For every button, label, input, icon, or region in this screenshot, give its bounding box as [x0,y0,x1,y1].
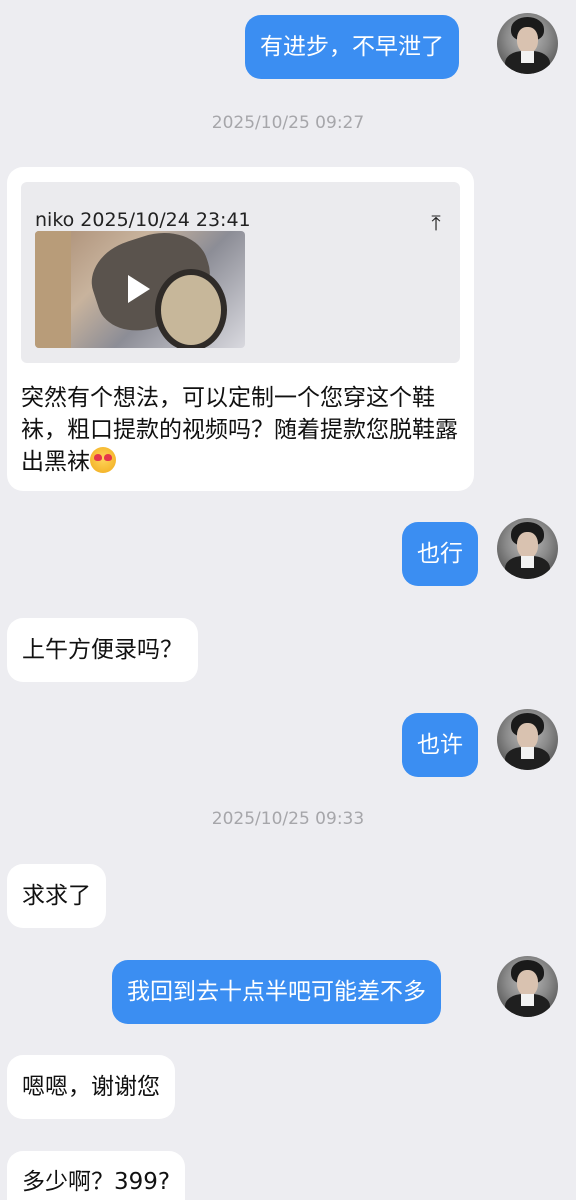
avatar[interactable] [497,956,558,1017]
avatar[interactable] [497,518,558,579]
jump-to-top-icon[interactable]: ⤒ [425,210,447,236]
message-text: 求求了 [22,883,91,909]
message-bubble-incoming[interactable]: niko 2025/10/24 23:41 ⤒ 突然有个想法，可以定制一个您穿这… [7,167,474,491]
message-bubble-incoming[interactable]: 上午方便录吗？ [7,618,198,682]
video-thumbnail[interactable] [35,231,245,348]
message-bubble-incoming[interactable]: 多少啊？399? [7,1151,186,1200]
play-icon[interactable] [128,275,150,303]
message-bubble-incoming[interactable]: 嗯嗯，谢谢您 [7,1055,175,1119]
message-bubble-outgoing[interactable]: 也许 [402,713,478,777]
quoted-header: niko 2025/10/24 23:41 [35,209,251,231]
message-bubble-outgoing[interactable]: 我回到去十点半吧可能差不多 [112,960,441,1024]
message-text: 突然有个想法，可以定制一个您穿这个鞋袜，粗口提款的视频吗？随着提款您脱鞋露出黑袜 [21,385,458,475]
message-text: 多少啊？399? [22,1169,171,1195]
timestamp: 2025/10/25 09:33 [211,809,365,829]
message-text: 上午方便录吗？ [22,637,183,663]
message-text: 也行 [417,541,463,567]
avatar[interactable] [497,709,558,770]
message-bubble-outgoing[interactable]: 也行 [402,522,478,586]
heart-eyes-emoji [90,447,116,473]
message-text: 嗯嗯，谢谢您 [22,1074,160,1100]
message-text: 我回到去十点半吧可能差不多 [127,979,426,1005]
message-text: 有进步，不早泄了 [260,34,444,60]
quoted-message[interactable]: niko 2025/10/24 23:41 ⤒ [21,182,460,363]
message-bubble-outgoing[interactable]: 有进步，不早泄了 [245,15,459,79]
timestamp: 2025/10/25 09:27 [211,113,365,133]
chat-window: 有进步，不早泄了 2025/10/25 09:27 niko 2025/10/2… [0,0,576,1200]
message-text: 也许 [417,732,463,758]
avatar[interactable] [497,13,558,74]
message-bubble-incoming[interactable]: 求求了 [7,864,106,928]
